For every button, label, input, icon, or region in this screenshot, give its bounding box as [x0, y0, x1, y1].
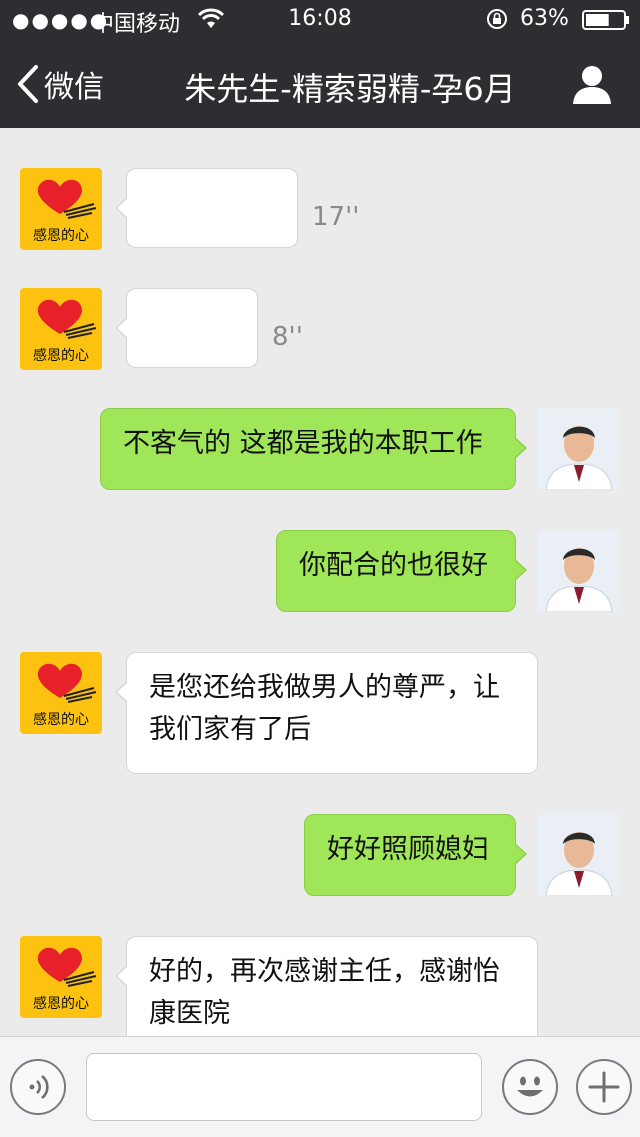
- input-bar: [0, 1036, 640, 1137]
- avatar-caption: 感恩的心: [33, 711, 89, 728]
- message-text: 你配合的也很好: [299, 550, 488, 581]
- doctor-photo: [538, 408, 620, 490]
- doctor-avatar[interactable]: [538, 408, 620, 490]
- heart-icon: 感恩的心: [33, 299, 97, 364]
- emoji-button[interactable]: [502, 1059, 558, 1115]
- doctor-avatar[interactable]: [538, 814, 620, 896]
- message-input[interactable]: [86, 1053, 482, 1121]
- avatar-caption: 感恩的心: [33, 227, 89, 244]
- message-text: 好好照顾媳妇: [327, 834, 489, 865]
- voice-duration: 17'': [312, 202, 360, 232]
- more-button[interactable]: [576, 1059, 632, 1115]
- status-bar: ●●●●● 中国移动 16:08 63%: [0, 0, 640, 40]
- message-list[interactable]: 感恩的心 17'' 感恩的心 8'' 不客气的 这都是我的本职工作 你配合的也很…: [0, 128, 640, 1036]
- voice-icon: [29, 1074, 49, 1100]
- message-text: 好的，再次感谢主任，感谢怡 康医院: [149, 956, 500, 1029]
- message-bubble-sent[interactable]: 你配合的也很好: [276, 530, 527, 612]
- rotation-lock-icon: [487, 9, 507, 29]
- sender-avatar[interactable]: 感恩的心: [20, 652, 102, 734]
- battery-percent: 63%: [520, 6, 569, 31]
- doctor-photo: [538, 530, 620, 612]
- message-bubble-received[interactable]: 好的，再次感谢主任，感谢怡 康医院: [115, 936, 538, 1036]
- voice-message-bubble[interactable]: [115, 168, 298, 248]
- heart-icon: 感恩的心: [33, 947, 97, 1012]
- doctor-avatar[interactable]: [538, 530, 620, 612]
- sender-avatar[interactable]: 感恩的心: [20, 936, 102, 1018]
- contact-profile-icon[interactable]: [570, 62, 614, 106]
- heart-icon: 感恩的心: [33, 179, 97, 244]
- chat-header: 微信 朱先生-精索弱精-孕6月: [0, 40, 640, 128]
- smiley-icon: [517, 1076, 543, 1097]
- plus-icon: [588, 1071, 620, 1103]
- heart-icon: 感恩的心: [33, 663, 97, 728]
- voice-duration: 8'': [272, 322, 303, 352]
- voice-input-button[interactable]: [10, 1059, 66, 1115]
- chat-title: 朱先生-精索弱精-孕6月: [184, 70, 516, 108]
- doctor-photo: [538, 814, 620, 896]
- message-bubble-sent[interactable]: 不客气的 这都是我的本职工作: [100, 408, 527, 490]
- sender-avatar[interactable]: 感恩的心: [20, 288, 102, 370]
- message-bubble-sent[interactable]: 好好照顾媳妇: [304, 814, 527, 896]
- message-text: 是您还给我做男人的尊严，让 我们家有了后: [149, 672, 500, 745]
- voice-message-bubble[interactable]: [115, 288, 258, 368]
- battery-icon: [582, 10, 629, 30]
- avatar-caption: 感恩的心: [33, 347, 89, 364]
- avatar-caption: 感恩的心: [33, 995, 89, 1012]
- message-bubble-received[interactable]: 是您还给我做男人的尊严，让 我们家有了后: [115, 652, 538, 774]
- message-text: 不客气的 这都是我的本职工作: [123, 428, 483, 459]
- sender-avatar[interactable]: 感恩的心: [20, 168, 102, 250]
